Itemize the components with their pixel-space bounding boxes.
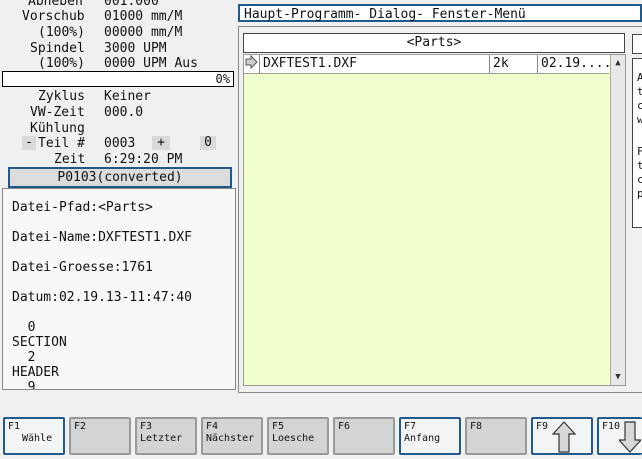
f10-key[interactable]: F10: [597, 417, 642, 455]
file-name: DXFTEST1.DXF: [260, 55, 490, 73]
spindel-percent-value: 0000 UPM Aus: [104, 56, 198, 71]
info-content-line: 9: [12, 380, 36, 390]
f3-key[interactable]: F3 Letzter: [135, 417, 197, 455]
info-date: Datum:02.19.13-11:47:40: [12, 290, 193, 305]
f1-label: Wähle: [22, 433, 53, 444]
vorschub-value: 01000 mm/M: [104, 9, 183, 24]
f5-label: Loesche: [272, 433, 315, 444]
f4-num: F4: [206, 421, 219, 432]
info-path: Datei-Pfad:<Parts>: [12, 200, 153, 215]
teil-label: Teil #: [38, 136, 85, 151]
vwzeit-label: VW-Zeit: [30, 105, 85, 120]
detail-text: c: [637, 100, 642, 112]
teil-reset-button[interactable]: 0: [200, 136, 216, 150]
zeit-value: 6:29:20 PM: [104, 152, 183, 167]
detail-text: p: [637, 188, 642, 200]
arrow-up-icon: [551, 421, 577, 453]
kuehlung-label: Kühlung: [30, 121, 85, 136]
f7-key[interactable]: F7 Anfang: [399, 417, 461, 455]
detail-text: F: [637, 146, 642, 158]
file-row[interactable]: DXFTEST1.DXF 2k 02.19....: [244, 55, 609, 74]
progress-bar: 0%: [2, 71, 234, 87]
file-arrow-icon: [244, 55, 260, 73]
spindel-value: 3000 UPM: [104, 41, 167, 56]
file-info-panel[interactable]: Datei-Pfad:<Parts> Datei-Name:DXFTEST1.D…: [2, 188, 236, 390]
vorschub-percent: (100%): [38, 25, 85, 40]
f4-label: Nächster: [206, 433, 255, 444]
info-name: Datei-Name:DXFTEST1.DXF: [12, 230, 193, 245]
file-date: 02.19....: [541, 56, 609, 71]
spindel-label: Spindel: [30, 41, 85, 56]
vorschub-percent-value: 00000 mm/M: [104, 25, 183, 40]
detail-text: t: [637, 160, 642, 172]
arrow-down-icon: [619, 421, 641, 453]
progress-text: 0%: [215, 72, 230, 86]
teil-decrement-button[interactable]: -: [22, 136, 36, 150]
info-content-line: SECTION: [12, 335, 67, 350]
f4-key[interactable]: F4 Nächster: [201, 417, 263, 455]
info-size: Datei-Groesse:1761: [12, 260, 153, 275]
f3-label: Letzter: [140, 433, 183, 444]
f8-key[interactable]: F8: [465, 417, 527, 455]
detail-text: t: [637, 86, 642, 98]
detail-panel: A t c w F t c p: [632, 58, 642, 228]
file-list-scrollbar[interactable]: ▲ ▼: [610, 55, 625, 385]
zyklus-value: Keiner: [104, 89, 151, 104]
detail-text: c: [637, 174, 642, 186]
detail-header: [632, 34, 642, 54]
zeit-label: Zeit: [54, 152, 86, 167]
f2-key[interactable]: F2: [69, 417, 131, 455]
f3-num: F3: [140, 421, 153, 432]
f1-num: F1: [8, 421, 21, 432]
spindel-percent: (100%): [38, 56, 85, 71]
file-list[interactable]: DXFTEST1.DXF 2k 02.19.... ▲ ▼: [243, 54, 626, 386]
f6-key[interactable]: F6: [333, 417, 395, 455]
folder-title[interactable]: <Parts>: [243, 33, 625, 53]
info-content-line: HEADER: [12, 365, 59, 380]
f7-label: Anfang: [404, 433, 441, 444]
program-name[interactable]: P0103(converted): [8, 167, 232, 188]
abheben-value: 001.000: [104, 0, 159, 9]
f1-key[interactable]: F1 Wähle: [3, 417, 65, 455]
zyklus-label: Zyklus: [38, 89, 85, 104]
f8-num: F8: [470, 421, 483, 432]
f6-num: F6: [338, 421, 351, 432]
file-size: 2k: [490, 55, 538, 73]
teil-increment-button[interactable]: +: [152, 136, 170, 150]
scroll-down-icon[interactable]: ▼: [611, 370, 625, 384]
f9-key[interactable]: F9: [531, 417, 593, 455]
info-content-line: 0: [12, 320, 36, 335]
f5-num: F5: [272, 421, 285, 432]
f2-num: F2: [74, 421, 87, 432]
main-menubar[interactable]: Haupt-Programm- Dialog- Fenster-Menü: [238, 4, 642, 22]
scroll-up-icon[interactable]: ▲: [611, 56, 625, 70]
teil-value: 0003: [104, 136, 136, 151]
vorschub-label: Vorschub: [22, 9, 85, 24]
vwzeit-value: 000.0: [104, 105, 144, 120]
detail-text: A: [637, 72, 642, 84]
f5-key[interactable]: F5 Loesche: [267, 417, 329, 455]
detail-text: w: [637, 114, 642, 126]
abheben-label: Abheben: [28, 0, 83, 9]
f7-num: F7: [404, 421, 417, 432]
info-content-line: 2: [12, 350, 36, 365]
